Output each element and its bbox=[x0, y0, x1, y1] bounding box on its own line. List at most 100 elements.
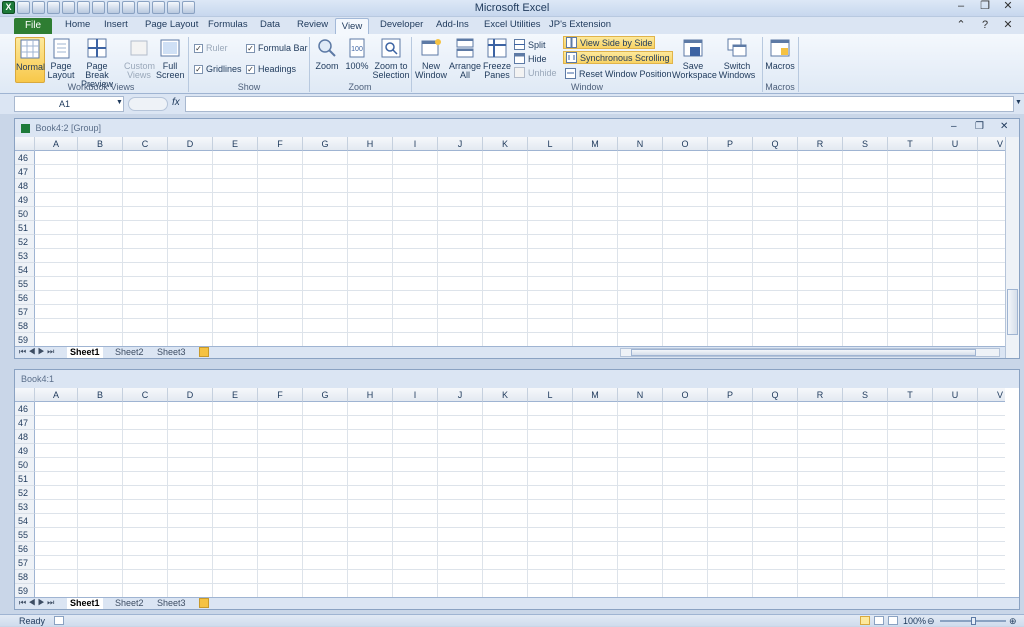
vertical-scroll-thumb[interactable] bbox=[1007, 289, 1018, 335]
tab-home[interactable]: Home bbox=[65, 19, 90, 30]
tab-insert[interactable]: Insert bbox=[104, 19, 128, 30]
formula-bar-expander[interactable] bbox=[128, 97, 168, 111]
column-header-I[interactable]: I bbox=[393, 137, 438, 151]
sheet-tab-sheet2[interactable]: Sheet2 bbox=[115, 598, 144, 609]
ruler-checkbox[interactable]: ✓ Ruler bbox=[194, 43, 228, 53]
tab-view[interactable]: View bbox=[335, 18, 369, 35]
select-all-corner[interactable] bbox=[15, 137, 35, 151]
column-header-A[interactable]: A bbox=[35, 388, 78, 402]
row-header-54[interactable]: 54 bbox=[15, 514, 35, 528]
row-header-57[interactable]: 57 bbox=[15, 305, 35, 319]
name-box-dropdown-icon[interactable]: ▼ bbox=[116, 99, 123, 106]
row-header-56[interactable]: 56 bbox=[15, 291, 35, 305]
column-header-D[interactable]: D bbox=[168, 388, 213, 402]
select-all-corner[interactable] bbox=[15, 388, 35, 402]
row-header-55[interactable]: 55 bbox=[15, 277, 35, 291]
tab-file[interactable]: File bbox=[14, 18, 52, 34]
column-header-P[interactable]: P bbox=[708, 388, 753, 402]
grid-bottom[interactable]: A B C D E F G H I J K L M N O P Q R S T U V 46 47 48 49 50 51 52 53 54… bbox=[15, 388, 1005, 597]
row-header-59[interactable]: 59 bbox=[15, 333, 35, 346]
split-button[interactable]: Split bbox=[512, 38, 548, 51]
row-header-58[interactable]: 58 bbox=[15, 319, 35, 333]
grid-top[interactable]: A B C D E F G H I J K L M N O P Q R S T U V 46 47 48 49 50 51 52 53 54… bbox=[15, 137, 1005, 346]
sheet-nav-arrows-icon[interactable]: ⏮ ◀ ▶ ⏭ bbox=[19, 347, 54, 357]
sheet-nav-arrows-icon[interactable]: ⏮ ◀ ▶ ⏭ bbox=[19, 598, 54, 608]
column-header-S[interactable]: S bbox=[843, 137, 888, 151]
column-header-L[interactable]: L bbox=[528, 137, 573, 151]
column-header-O[interactable]: O bbox=[663, 388, 708, 402]
row-header-50[interactable]: 50 bbox=[15, 458, 35, 472]
column-header-T[interactable]: T bbox=[888, 388, 933, 402]
macro-record-icon[interactable] bbox=[54, 616, 64, 625]
row-header-50[interactable]: 50 bbox=[15, 207, 35, 221]
row-header-46[interactable]: 46 bbox=[15, 402, 35, 416]
row-header-52[interactable]: 52 bbox=[15, 235, 35, 249]
page-layout-status-icon[interactable] bbox=[874, 616, 884, 625]
column-header-G[interactable]: G bbox=[303, 137, 348, 151]
column-header-K[interactable]: K bbox=[483, 137, 528, 151]
full-screen-button[interactable]: Full Screen bbox=[156, 37, 185, 80]
zoom-button[interactable]: Zoom bbox=[315, 37, 339, 71]
vertical-scrollbar[interactable] bbox=[1005, 137, 1019, 358]
column-header-Q[interactable]: Q bbox=[753, 137, 798, 151]
column-header-J[interactable]: J bbox=[438, 137, 483, 151]
row-header-57[interactable]: 57 bbox=[15, 556, 35, 570]
column-header-H[interactable]: H bbox=[348, 137, 393, 151]
tab-page-layout[interactable]: Page Layout bbox=[145, 19, 198, 30]
pane-minimize-icon[interactable]: – bbox=[951, 121, 957, 132]
column-header-C[interactable]: C bbox=[123, 137, 168, 151]
column-header-G[interactable]: G bbox=[303, 388, 348, 402]
column-header-Q[interactable]: Q bbox=[753, 388, 798, 402]
tab-jps-extension[interactable]: JP's Extension bbox=[549, 19, 611, 30]
row-header-48[interactable]: 48 bbox=[15, 179, 35, 193]
expand-formula-icon[interactable]: ▼ bbox=[1015, 99, 1022, 106]
row-header-47[interactable]: 47 bbox=[15, 165, 35, 179]
arrange-all-button[interactable]: Arrange All bbox=[449, 37, 481, 80]
column-header-B[interactable]: B bbox=[78, 137, 123, 151]
gridlines-checkbox[interactable]: ✓ Gridlines bbox=[194, 64, 242, 74]
new-window-button[interactable]: New Window bbox=[414, 37, 448, 80]
column-header-E[interactable]: E bbox=[213, 388, 258, 402]
column-header-N[interactable]: N bbox=[618, 137, 663, 151]
row-header-59[interactable]: 59 bbox=[15, 584, 35, 597]
row-header-47[interactable]: 47 bbox=[15, 416, 35, 430]
unhide-button[interactable]: Unhide bbox=[512, 66, 559, 79]
column-header-P[interactable]: P bbox=[708, 137, 753, 151]
maximize-button[interactable]: ❐ bbox=[974, 0, 996, 14]
page-break-status-icon[interactable] bbox=[888, 616, 898, 625]
insert-sheet-icon[interactable] bbox=[199, 598, 209, 608]
column-header-D[interactable]: D bbox=[168, 137, 213, 151]
row-header-51[interactable]: 51 bbox=[15, 472, 35, 486]
column-header-R[interactable]: R bbox=[798, 388, 843, 402]
pane-restore-icon[interactable]: ❐ bbox=[975, 121, 984, 132]
row-header-55[interactable]: 55 bbox=[15, 528, 35, 542]
column-header-R[interactable]: R bbox=[798, 137, 843, 151]
column-header-N[interactable]: N bbox=[618, 388, 663, 402]
row-header-46[interactable]: 46 bbox=[15, 151, 35, 165]
ribbon-minimize-icon[interactable]: ⌃ bbox=[950, 19, 972, 33]
row-header-54[interactable]: 54 bbox=[15, 263, 35, 277]
horizontal-scrollbar[interactable] bbox=[620, 348, 1000, 357]
zoom-out-icon[interactable]: ⊖ bbox=[927, 615, 935, 627]
column-header-T[interactable]: T bbox=[888, 137, 933, 151]
column-header-I[interactable]: I bbox=[393, 388, 438, 402]
minimize-button[interactable]: – bbox=[950, 0, 972, 14]
tab-review[interactable]: Review bbox=[297, 19, 328, 30]
reset-window-position-button[interactable]: Reset Window Position bbox=[563, 67, 674, 80]
column-header-M[interactable]: M bbox=[573, 137, 618, 151]
zoom-in-icon[interactable]: ⊕ bbox=[1009, 615, 1017, 627]
row-header-56[interactable]: 56 bbox=[15, 542, 35, 556]
column-header-J[interactable]: J bbox=[438, 388, 483, 402]
zoom-100-button[interactable]: 100 100% bbox=[343, 37, 371, 71]
normal-view-status-icon[interactable] bbox=[860, 616, 870, 625]
insert-function-icon[interactable]: fx bbox=[172, 97, 180, 108]
freeze-panes-button[interactable]: Freeze Panes bbox=[482, 37, 512, 80]
formula-input[interactable] bbox=[185, 96, 1014, 112]
close-button[interactable]: ✕ bbox=[997, 0, 1019, 14]
row-header-58[interactable]: 58 bbox=[15, 570, 35, 584]
row-header-53[interactable]: 53 bbox=[15, 500, 35, 514]
row-header-53[interactable]: 53 bbox=[15, 249, 35, 263]
name-box[interactable]: A1 bbox=[14, 96, 124, 112]
custom-views-button[interactable]: Custom Views bbox=[124, 37, 155, 80]
horizontal-scroll-thumb[interactable] bbox=[631, 349, 976, 356]
